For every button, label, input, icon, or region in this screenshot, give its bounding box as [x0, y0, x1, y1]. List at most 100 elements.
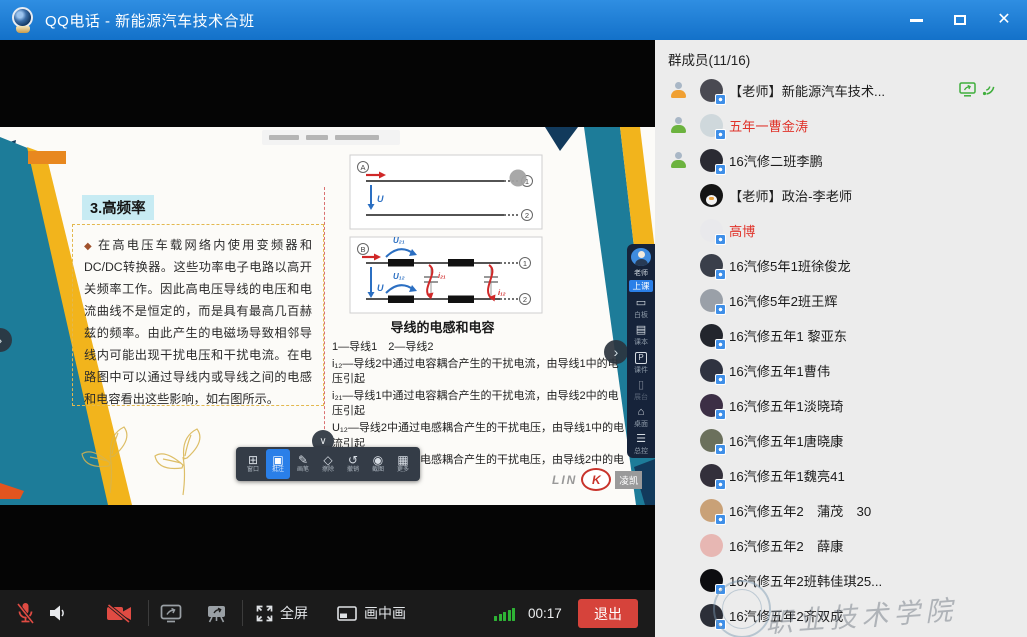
member-row[interactable]: 16汽修五年1淡晓琦	[655, 388, 1027, 423]
slide-heading: 3.高频率	[82, 195, 154, 220]
svg-text:1: 1	[523, 259, 527, 268]
maximize-button[interactable]	[945, 7, 975, 33]
window-icon: ⊞	[248, 454, 258, 466]
member-row[interactable]: 【老师】新能源汽车技术...	[655, 73, 1027, 108]
member-row[interactable]: 16汽修五年2班韩佳琪25...	[655, 563, 1027, 598]
avatar	[700, 324, 723, 347]
close-button[interactable]: ✕	[989, 7, 1019, 33]
shared-screen-area: 3.高频率 ◆在高电压车载网络内使用变频器和DC/DC转换器。这些功率电子电路以…	[0, 40, 655, 590]
qq-call-window: QQ电话 - 新能源汽车技术合班 ✕ 3.高频率	[0, 0, 1027, 637]
eraser-icon: ◇	[323, 454, 332, 466]
legend-line: i₁₂—导线2中通过电容耦合产生的干扰电流，由导线1中的电压引起	[332, 357, 626, 388]
whiteboard-icon: ▭	[636, 298, 646, 309]
presenter-button[interactable]	[206, 604, 227, 628]
annot-window-button[interactable]: ⊞窗口	[241, 449, 265, 479]
video-badge-icon	[715, 514, 726, 525]
sidebar-item-textbook[interactable]: ▤课本	[634, 325, 648, 347]
member-row[interactable]: 16汽修五年2 蒲茂 30	[655, 493, 1027, 528]
undo-icon: ↺	[348, 454, 358, 466]
annot-select-button[interactable]: ▣批注	[266, 449, 290, 479]
annot-screenshot-button[interactable]: ◉截图	[366, 449, 390, 479]
member-row[interactable]: 16汽修5年1班徐俊龙	[655, 248, 1027, 283]
exit-button[interactable]: 退出	[578, 599, 638, 628]
member-row[interactable]: 五年一曹金涛	[655, 108, 1027, 143]
pip-button[interactable]: 画中画	[337, 603, 406, 623]
webcam-app-icon	[10, 7, 36, 33]
member-status-icon	[670, 152, 687, 168]
member-row[interactable]: 16汽修5年2班王辉	[655, 283, 1027, 318]
sidebar-item-stage[interactable]: ▯展台	[634, 380, 648, 402]
members-header: 群成员(11/16)	[655, 40, 1027, 73]
sidebar-item-desktop[interactable]: ⌂桌面	[634, 407, 648, 429]
video-badge-icon	[715, 129, 726, 140]
legend-line: i₂₁—导线1中通过电容耦合产生的干扰电流，由导线2中的电压引起	[332, 389, 626, 420]
member-row[interactable]: 16汽修五年2齐双成	[655, 598, 1027, 633]
svg-text:2: 2	[525, 211, 529, 220]
member-row[interactable]: 16汽修二班李鹏	[655, 143, 1027, 178]
annot-undo-button[interactable]: ↺撤销	[341, 449, 365, 479]
avatar	[700, 149, 723, 172]
window-title: QQ电话 - 新能源汽车技术合班	[45, 10, 255, 31]
video-badge-icon	[715, 479, 726, 490]
minimize-button[interactable]	[901, 7, 931, 33]
member-row[interactable]: 16汽修五年1魏亮41	[655, 458, 1027, 493]
avatar	[700, 114, 723, 137]
avatar	[700, 394, 723, 417]
avatar	[700, 464, 723, 487]
svg-text:U: U	[377, 283, 384, 293]
slide-text-box: ◆在高电压车载网络内使用变频器和DC/DC转换器。这些功率电子电路以高开关频率工…	[72, 224, 324, 406]
avatar	[700, 569, 723, 592]
video-badge-icon	[715, 409, 726, 420]
member-row[interactable]: 【老师】政治-李老师	[655, 178, 1027, 213]
camera-off-button[interactable]	[106, 604, 132, 628]
slide-divider	[324, 187, 325, 459]
sidebar-item-courseware[interactable]: P课件	[634, 352, 648, 375]
svg-text:U₂₁: U₂₁	[393, 236, 405, 245]
call-timer: 00:17	[528, 606, 562, 621]
avatar	[700, 184, 723, 207]
next-page-chevron[interactable]: ›	[604, 340, 628, 364]
bullet-icon: ◆	[84, 241, 94, 252]
member-row[interactable]: 16汽修五年1曹伟	[655, 353, 1027, 388]
fullscreen-button[interactable]: 全屏	[256, 603, 308, 623]
link-lingkai-logo: LIN K 凌凯	[552, 468, 642, 491]
teacher-avatar	[631, 248, 651, 266]
member-row[interactable]: 16汽修五年1 黎亚东	[655, 318, 1027, 353]
sidebar-item-whiteboard[interactable]: ▭白板	[634, 298, 648, 320]
microphone-muted-button[interactable]	[16, 602, 35, 630]
video-badge-icon	[715, 374, 726, 385]
diagram-caption: 导线的电感和电容	[335, 317, 550, 336]
member-row[interactable]: 16汽修五年1唐晓康	[655, 423, 1027, 458]
avatar	[700, 289, 723, 312]
avatar	[700, 499, 723, 522]
tablet-icon: ▯	[638, 380, 644, 391]
screen-share-button[interactable]	[160, 604, 182, 628]
start-class-button[interactable]: 上课	[629, 280, 653, 292]
logo-k-mark: K	[581, 468, 611, 491]
camera-icon: ◉	[373, 454, 383, 466]
sidebar-item-more[interactable]: ☰总控	[634, 434, 648, 456]
svg-text:2: 2	[523, 295, 527, 304]
speaker-button[interactable]	[48, 604, 67, 627]
member-row[interactable]: 高博	[655, 213, 1027, 248]
slide-paragraph: 在高电压车载网络内使用变频器和DC/DC转换器。这些功率电子电路以高开关频率工作…	[84, 238, 312, 406]
avatar	[700, 254, 723, 277]
video-badge-icon	[715, 584, 726, 595]
member-status-icon	[670, 82, 687, 98]
avatar	[700, 219, 723, 242]
annotation-toolbar: ⊞窗口 ▣批注 ✎画笔 ◇擦除 ↺撤销 ◉截图 ▦更多	[236, 447, 420, 481]
home-icon: ⌂	[638, 407, 645, 418]
call-control-bar: 全屏 画中画 00:17 退出	[0, 590, 655, 637]
annot-more-button[interactable]: ▦更多	[391, 449, 415, 479]
video-badge-icon	[715, 269, 726, 280]
video-badge-icon	[715, 619, 726, 630]
svg-text:i₁₂: i₁₂	[498, 288, 506, 297]
menu-icon: ☰	[636, 434, 646, 445]
video-badge-icon	[715, 164, 726, 175]
circuit-diagrams: A 1 U 2 B	[330, 151, 630, 315]
avatar	[700, 359, 723, 382]
annot-pen-button[interactable]: ✎画笔	[291, 449, 315, 479]
members-list: 【老师】新能源汽车技术... 五年一曹金涛	[655, 73, 1027, 633]
annot-eraser-button[interactable]: ◇擦除	[316, 449, 340, 479]
member-row[interactable]: 16汽修五年2 薛康	[655, 528, 1027, 563]
